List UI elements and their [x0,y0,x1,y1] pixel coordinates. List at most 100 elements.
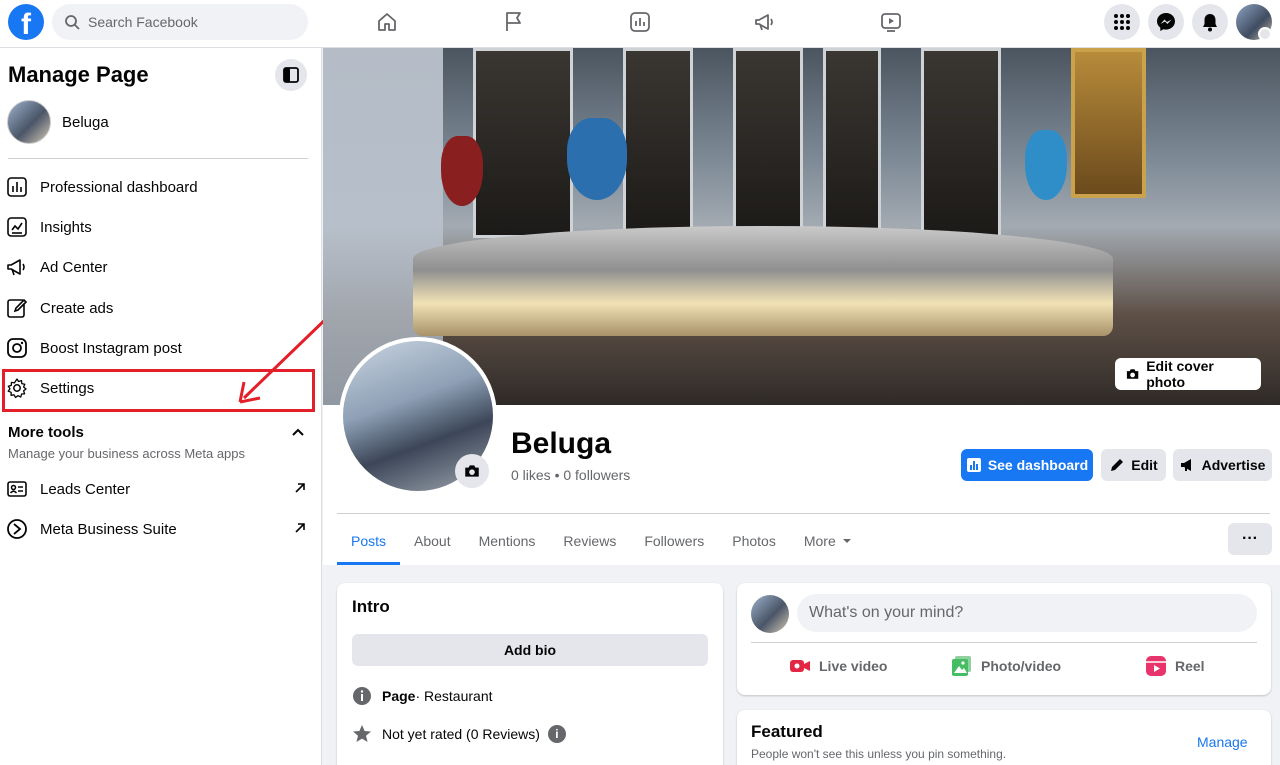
sidebar-toggle-icon [283,67,299,83]
home-icon[interactable] [375,10,399,34]
megaphone-icon [1180,459,1191,471]
info-icon [353,687,371,705]
sidebar-item-label: Meta Business Suite [40,520,177,538]
sidebar-item-label: Professional dashboard [40,178,198,196]
featured-subtitle: People won't see this unless you pin som… [751,747,1007,761]
intro-card: Intro Add bio Page · Restaurant Not yet … [337,583,723,765]
flag-icon[interactable] [502,10,526,34]
dashboard-icon [966,458,981,472]
tab-mentions[interactable]: Mentions [465,517,550,565]
sidebar-item-ad-center[interactable]: Ad Center [6,249,310,285]
search-input[interactable] [88,14,288,30]
photo-icon [952,656,971,676]
whats-on-your-mind-input[interactable]: What's on your mind? [797,594,1257,632]
cover-bar-counter [413,226,1113,336]
intro-rating-row: Not yet rated (0 Reviews) i [352,724,566,744]
more-tools-heading: More tools [8,424,84,441]
intro-category-value: · Restaurant [415,688,493,704]
advertise-button[interactable]: Advertise [1173,449,1272,481]
menu-grid-button[interactable] [1104,4,1140,40]
page-title: Beluga [511,427,612,460]
page-main-content: Edit cover photo Beluga 0 likes • 0 foll… [323,48,1280,765]
bell-icon [1203,14,1217,32]
chart-icon[interactable] [628,10,652,34]
cover-vase [1025,130,1067,200]
cover-shelf [473,48,573,238]
messenger-icon [1157,13,1175,31]
search-box[interactable] [52,4,308,40]
photo-video-label: Photo/video [981,658,1062,674]
page-stats[interactable]: 0 likes • 0 followers [511,467,630,483]
divider [8,158,308,159]
featured-title: Featured [751,722,823,741]
reel-label: Reel [1175,658,1205,674]
id-card-icon [7,481,27,497]
intro-title: Intro [352,597,390,616]
live-video-button[interactable]: Live video [789,655,887,677]
see-dashboard-button[interactable]: See dashboard [961,449,1093,481]
profile-header: Beluga 0 likes • 0 followers See dashboa… [323,337,1280,565]
intro-rating-text: Not yet rated (0 Reviews) [382,726,540,742]
tab-more[interactable]: More [790,517,866,565]
sidebar-item-meta-business-suite[interactable]: Meta Business Suite [6,511,310,547]
megaphone-icon[interactable] [753,10,777,34]
info-icon[interactable]: i [547,725,566,743]
chevron-up-icon[interactable] [290,424,306,440]
advertise-label: Advertise [1201,457,1266,473]
video-icon[interactable] [879,10,903,34]
reel-icon [1146,656,1166,676]
pencil-icon [1111,459,1124,471]
sidebar-item-label: Boost Instagram post [40,339,182,357]
cover-vase [567,118,627,200]
edit-label: Edit [1131,457,1158,473]
pencil-icon [7,298,28,318]
cover-shelf [623,48,693,238]
insights-icon [7,217,27,237]
sidebar-item-label: Create ads [40,299,114,317]
tab-about[interactable]: About [400,517,465,565]
tab-reviews[interactable]: Reviews [549,517,630,565]
grid-icon [1114,14,1130,30]
collapse-sidebar-button[interactable] [275,59,307,91]
sidebar-item-label: Insights [40,218,92,236]
star-icon [353,725,371,742]
reel-button[interactable]: Reel [1145,655,1205,677]
sidebar-item-label: Ad Center [40,258,108,276]
edit-page-button[interactable]: Edit [1101,449,1166,481]
divider [751,642,1257,643]
search-icon [65,15,80,30]
cover-shelf [921,48,1001,238]
external-link-icon [295,523,305,533]
facebook-logo[interactable]: f [8,4,44,40]
edit-cover-label: Edit cover photo [1146,358,1214,390]
cover-shelf [733,48,803,238]
sidebar-item-professional-dashboard[interactable]: Professional dashboard [6,169,310,205]
update-profile-picture-button[interactable] [455,454,489,488]
tab-posts[interactable]: Posts [337,517,401,565]
photo-video-button[interactable]: Photo/video [951,655,1061,677]
camera-icon [1126,369,1139,379]
tab-photos[interactable]: Photos [718,517,790,565]
edit-cover-photo-button[interactable]: Edit cover photo [1115,358,1261,390]
divider [337,513,1270,514]
sidebar-item-insights[interactable]: Insights [6,209,310,245]
cover-painting [1071,48,1146,198]
account-caret-icon[interactable] [1258,27,1272,41]
caret-down-icon [842,539,851,543]
messenger-button[interactable] [1148,4,1184,40]
cover-vase [441,136,483,206]
cover-photo: Edit cover photo [323,48,1280,405]
notifications-button[interactable] [1192,4,1228,40]
featured-card: Featured People won't see this unless yo… [737,710,1271,765]
tab-followers[interactable]: Followers [630,517,718,565]
cover-shelf [823,48,881,238]
more-tools-subtitle: Manage your business across Meta apps [8,446,246,461]
add-bio-button[interactable]: Add bio [352,634,708,666]
manage-featured-link[interactable]: Manage [1197,734,1248,750]
sidebar-item-leads-center[interactable]: Leads Center [6,471,310,507]
more-options-button[interactable]: ··· [1228,523,1272,555]
sidebar-item-label: Leads Center [40,480,131,498]
top-navigation-bar: f [0,0,1280,48]
sidebar-page-switcher[interactable]: Beluga [7,100,109,144]
sidebar-page-name: Beluga [62,113,109,131]
